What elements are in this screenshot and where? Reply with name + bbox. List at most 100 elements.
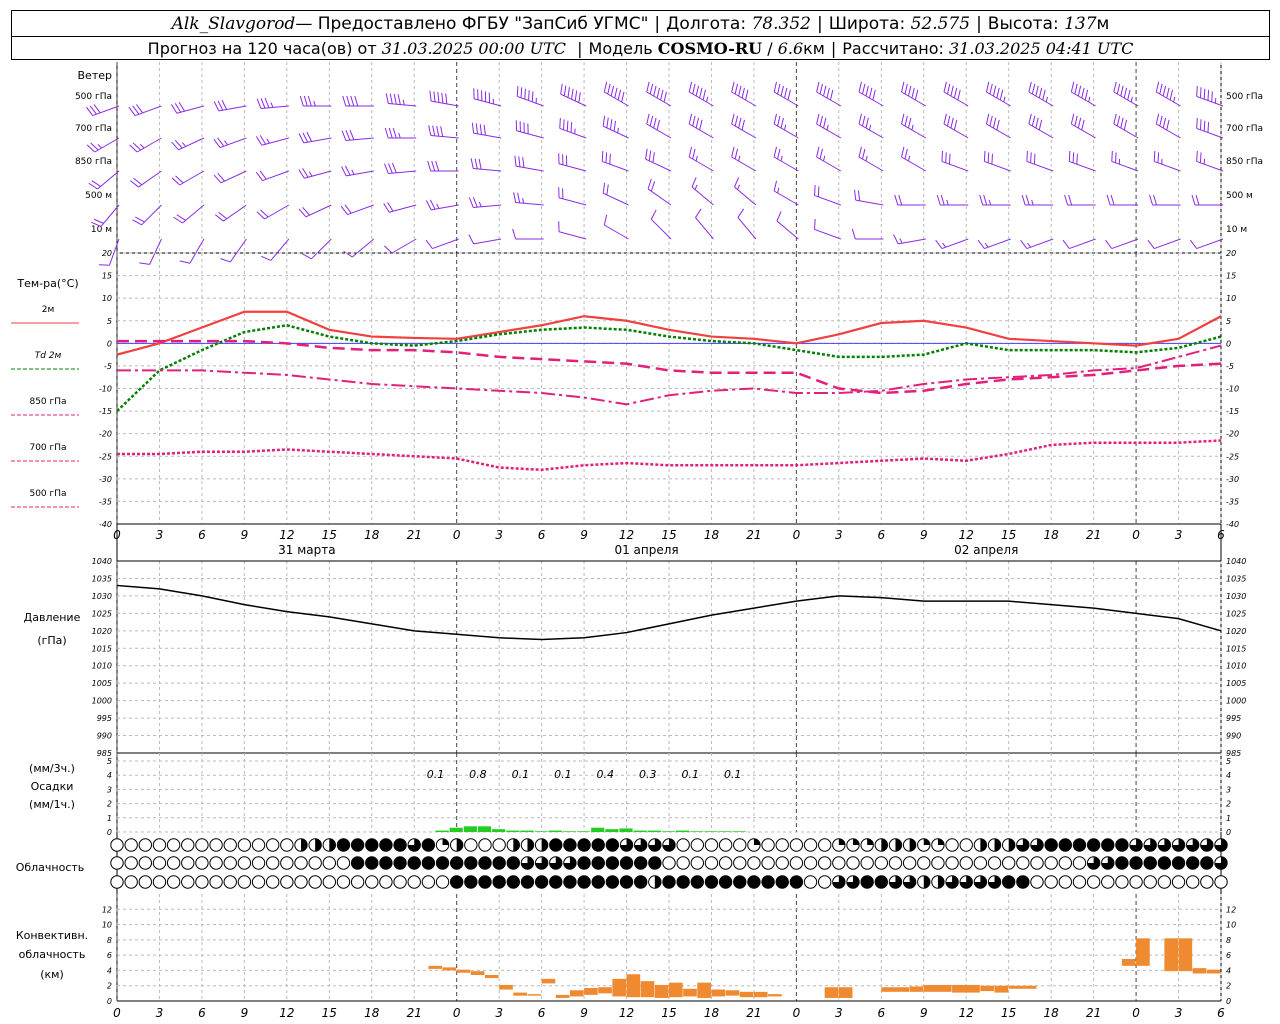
cloud-fill-full bbox=[1044, 838, 1058, 852]
cloud-symbol bbox=[973, 875, 988, 889]
wind-barb-flag bbox=[814, 184, 816, 196]
cloud-circle bbox=[1129, 875, 1143, 889]
conv-xtick: 12 bbox=[619, 1006, 634, 1020]
wind-barb-flag bbox=[1081, 87, 1085, 99]
wind-barb-half bbox=[738, 155, 741, 162]
conv-xtick: 21 bbox=[746, 1006, 761, 1020]
cloud-fill-full bbox=[422, 856, 435, 870]
wind-barb bbox=[343, 238, 375, 258]
wind-barb-shaft bbox=[1028, 123, 1054, 139]
temp-legend-label: 700 гПа bbox=[29, 443, 66, 453]
cloud-symbol bbox=[846, 838, 860, 852]
wind-barb-shaft bbox=[855, 199, 884, 206]
temp-ytick-right: 0 bbox=[1226, 339, 1231, 348]
temp-ytick-left: -35 bbox=[99, 497, 112, 506]
cloud-symbol bbox=[195, 838, 209, 852]
cloud-symbol bbox=[478, 856, 492, 870]
wind-barb-flag bbox=[1191, 194, 1196, 206]
wind-barb-shaft bbox=[100, 204, 120, 227]
wind-barb-flag bbox=[1077, 117, 1082, 129]
cloud-symbol bbox=[704, 856, 719, 870]
conv-bar bbox=[513, 992, 527, 996]
conv-bar bbox=[541, 978, 556, 984]
wind-barb-flag bbox=[1155, 113, 1160, 125]
pres-ytick-left: 1030 bbox=[92, 592, 112, 601]
cloud-circle bbox=[464, 838, 478, 852]
wind-barb bbox=[1147, 238, 1181, 250]
cloud-symbol bbox=[308, 856, 322, 870]
cloud-symbol bbox=[350, 856, 365, 870]
wind-barb-shaft bbox=[731, 156, 757, 172]
temp-ytick-right: -25 bbox=[1226, 452, 1239, 461]
temp-ytick-right: 20 bbox=[1226, 249, 1236, 258]
cloud-symbol bbox=[294, 875, 308, 889]
precip-3h-label: 0.1 bbox=[427, 768, 445, 781]
wind-barb-half bbox=[270, 102, 274, 108]
wind-barb-shaft bbox=[388, 170, 417, 174]
cloud-symbol bbox=[860, 838, 874, 852]
wind-barb-flag bbox=[1033, 153, 1036, 165]
temp-xtick: 0 bbox=[113, 528, 121, 542]
wind-barb-flag bbox=[907, 85, 912, 97]
temp-ytick-right: -30 bbox=[1226, 475, 1239, 484]
cloud-symbol bbox=[817, 875, 832, 889]
cloud-symbol bbox=[251, 856, 266, 870]
wind-barb-half bbox=[617, 127, 619, 134]
cloud-symbol bbox=[1058, 838, 1073, 852]
temp-xtick: 9 bbox=[920, 528, 928, 542]
cloud-symbol bbox=[209, 838, 223, 852]
cloud-circle bbox=[718, 838, 733, 852]
cloud-symbol bbox=[336, 856, 351, 870]
conv-bar bbox=[725, 990, 740, 996]
wind-barb-shaft bbox=[1196, 238, 1224, 250]
conv-xtick: 3 bbox=[156, 1006, 164, 1020]
wind-barb-flag bbox=[983, 150, 986, 162]
cloud-circle bbox=[733, 838, 747, 852]
cloud-circle bbox=[917, 856, 931, 870]
cloud-symbol bbox=[860, 875, 874, 889]
cloud-symbol bbox=[917, 875, 931, 889]
cloud-circle bbox=[846, 856, 860, 870]
wind-barb-flag bbox=[826, 87, 830, 99]
cloud-symbol bbox=[520, 875, 535, 889]
cloud-circle bbox=[1030, 856, 1044, 870]
wind-barb-shaft bbox=[731, 123, 757, 139]
cloud-circle bbox=[251, 856, 266, 870]
cloud-symbol bbox=[449, 875, 464, 889]
wind-barb bbox=[1191, 194, 1223, 206]
cloud-symbol bbox=[931, 875, 945, 889]
cloud-fill-full bbox=[1129, 856, 1143, 870]
conv-xtick: 6 bbox=[1217, 1006, 1225, 1020]
wind-barb-flag bbox=[734, 177, 740, 188]
cloud-symbol bbox=[1072, 856, 1087, 870]
temp-ytick-left: -30 bbox=[99, 475, 112, 484]
wind-barb-shaft bbox=[1069, 160, 1096, 172]
wind-barb-flag bbox=[731, 81, 735, 93]
wind-barb-flag bbox=[780, 85, 784, 97]
cloud-symbol bbox=[209, 856, 223, 870]
wind-barb-flag bbox=[429, 199, 436, 210]
cloud-circle bbox=[888, 856, 903, 870]
wind-barb-flag bbox=[943, 81, 947, 93]
cloud-circle bbox=[294, 875, 308, 889]
cloud-fill-full bbox=[592, 875, 605, 889]
cloud-symbol bbox=[152, 838, 167, 852]
wind-barb-flag bbox=[432, 125, 436, 137]
pres-ytick-left: 1010 bbox=[92, 662, 112, 671]
wind-barb bbox=[86, 104, 120, 117]
cloud-symbol bbox=[619, 838, 634, 852]
cloud-symbol bbox=[124, 875, 138, 889]
cloud-symbol bbox=[464, 875, 478, 889]
wind-barb-flag bbox=[854, 189, 857, 201]
wind-barb-flag bbox=[425, 200, 432, 211]
wind-barb-flag bbox=[522, 157, 525, 168]
cloud-symbol bbox=[308, 875, 322, 889]
wind-barb-flag bbox=[1157, 152, 1160, 163]
prec-ytick-right: 0 bbox=[1226, 828, 1231, 837]
wind-barb bbox=[516, 85, 544, 107]
temp-xtick: 6 bbox=[1217, 528, 1225, 542]
cloud-symbol bbox=[775, 856, 789, 870]
cloud-symbol bbox=[520, 838, 535, 852]
conv-xtick: 15 bbox=[322, 1006, 337, 1020]
wind-barb-shaft bbox=[731, 91, 757, 107]
